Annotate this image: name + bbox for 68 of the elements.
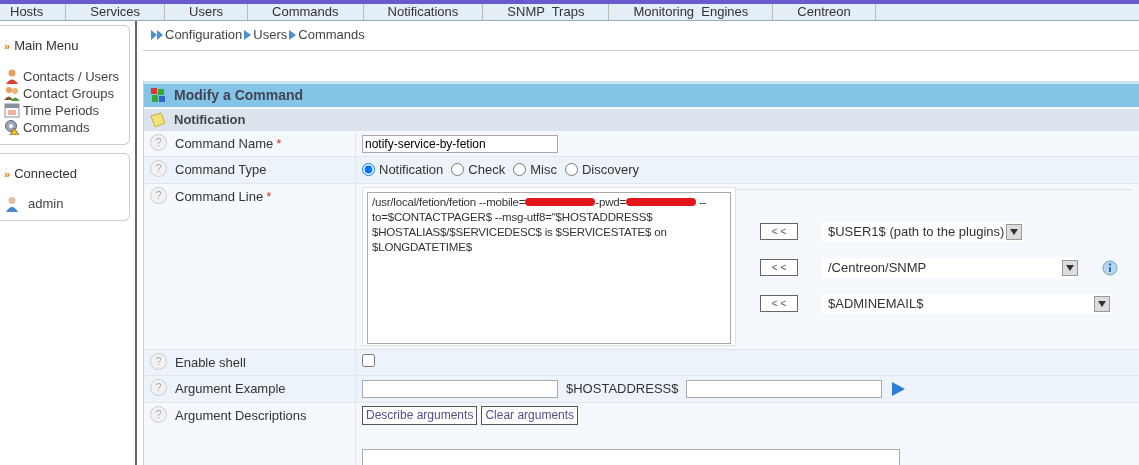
person-icon — [4, 68, 20, 85]
breadcrumb-link[interactable]: Users — [253, 25, 288, 45]
double-arrow-icon — [151, 29, 163, 40]
field-label: Command Type — [175, 161, 267, 179]
required-mark: * — [266, 187, 272, 206]
user-name: admin — [28, 195, 64, 213]
dropdown-icon — [1066, 264, 1074, 271]
redaction-mark — [525, 198, 596, 207]
breadcrumb-link[interactable]: Commands — [298, 25, 365, 45]
menu-tab[interactable]: Hosts — [8, 4, 67, 20]
field-label: Argument Example — [175, 380, 286, 398]
option-label: Check — [468, 161, 506, 179]
radio-button[interactable] — [564, 163, 578, 177]
chevron-icon: » — [4, 167, 11, 180]
arrow-icon — [244, 29, 252, 40]
menu-tab[interactable]: Commands — [248, 4, 364, 20]
menu-tab[interactable]: Users — [165, 4, 249, 20]
note-icon — [150, 111, 166, 128]
dropdown-icon — [1098, 300, 1106, 307]
form-title: Modify a Command — [174, 85, 304, 105]
insert-button[interactable]: < < — [760, 259, 798, 276]
field-label: Argument Descriptions — [175, 406, 307, 425]
sidebar-link[interactable]: Contacts / Users — [23, 67, 120, 85]
menu-tab[interactable]: Services — [66, 4, 166, 20]
panel-title: Main Menu — [14, 38, 79, 53]
checkbox[interactable] — [362, 353, 375, 367]
action-button[interactable]: Describe arguments — [362, 405, 478, 425]
radio-button[interactable] — [513, 163, 527, 177]
panel-title: Connected — [14, 165, 77, 181]
menu-tab[interactable]: SNMP Traps — [483, 4, 610, 20]
option-label: Notification — [379, 161, 444, 179]
menu-tab[interactable]: Notifications — [363, 4, 484, 20]
field-label: Enable shell — [175, 353, 246, 372]
action-button[interactable]: Clear arguments — [481, 405, 579, 425]
option-label: Misc — [530, 161, 557, 179]
command-textarea[interactable]: /usr/local/fetion/fetion --mobile= -pwd= --to=$CONTACTPAGER$ --msg-utf8="$HOSTADDRESS$ $HOSTALIAS$/$SERVICEDESC$ is $SERVICESTATE$ on $LONGDATETIME$ — [367, 191, 731, 344]
macro-select[interactable]: $USER1$ (path to the plugins) — [822, 221, 1022, 242]
field-label: Command Line — [175, 187, 264, 206]
radio-button[interactable] — [451, 163, 465, 177]
redaction-mark — [626, 198, 696, 207]
dropdown-icon — [1010, 228, 1018, 235]
macro-text: $HOSTADDRESS$ — [566, 380, 679, 398]
required-mark: * — [276, 134, 282, 153]
breadcrumb-link[interactable]: Configuration — [165, 25, 243, 45]
calendar-icon — [4, 102, 20, 119]
section-title: Notification — [174, 110, 246, 129]
text-field[interactable]: notify-service-by-fetion — [362, 134, 558, 153]
gear-icon — [4, 119, 20, 136]
sidebar-link[interactable]: Commands — [23, 118, 90, 136]
radio-button[interactable] — [362, 163, 375, 177]
arrow-icon — [289, 29, 297, 40]
play-icon — [890, 380, 907, 397]
macro-select[interactable]: $ADMINEMAIL$ — [822, 293, 1110, 314]
people-icon — [4, 85, 20, 102]
option-label: Discovery — [581, 161, 639, 179]
macro-select[interactable]: /Centreon/SNMP — [822, 257, 1078, 278]
menu-tab[interactable]: Centreon — [773, 4, 876, 20]
text-field[interactable] — [686, 379, 883, 398]
insert-button[interactable]: < < — [760, 223, 798, 240]
menu-tab[interactable]: Monitoring Engines — [609, 4, 774, 20]
chevron-icon: » — [4, 40, 11, 52]
blocks-icon — [150, 87, 166, 103]
insert-button[interactable]: < < — [760, 295, 798, 312]
field-label: Command Name — [175, 134, 274, 153]
user-icon — [4, 195, 20, 212]
text-field[interactable] — [362, 379, 558, 398]
sidebar-link[interactable]: Contact Groups — [23, 84, 115, 102]
sidebar-link[interactable]: Time Periods — [23, 101, 100, 119]
